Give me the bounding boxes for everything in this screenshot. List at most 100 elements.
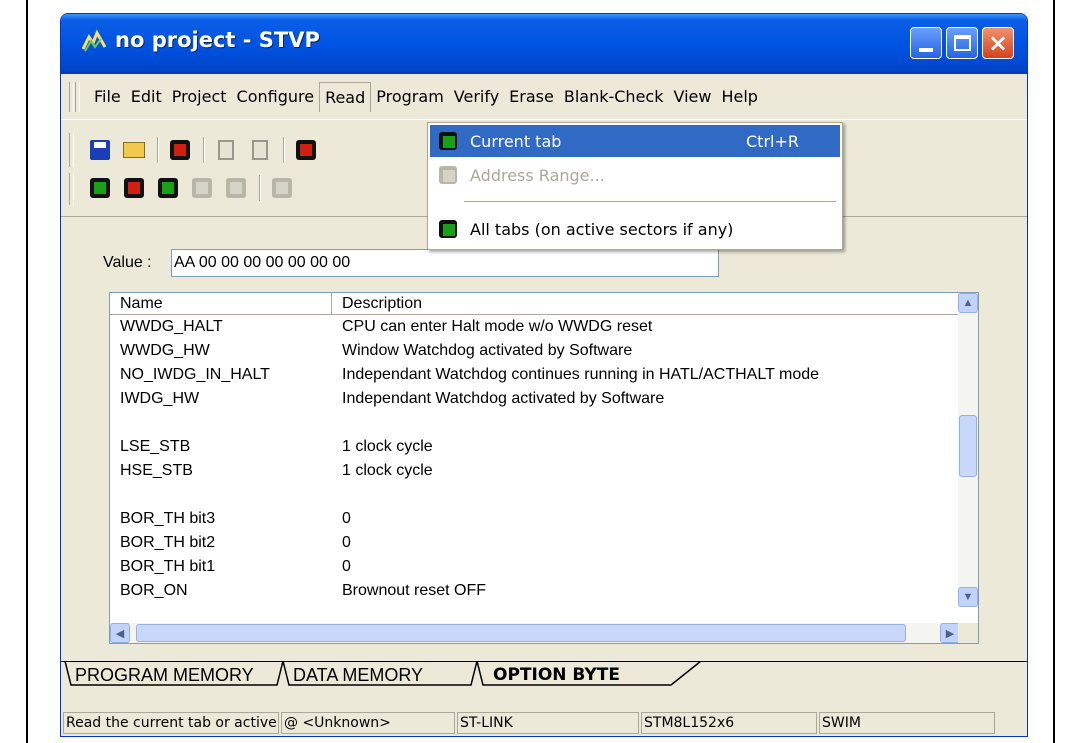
erase-icon [192, 178, 212, 198]
open-button[interactable] [121, 137, 147, 163]
list-row[interactable]: BOR_TH bit2 0 [110, 531, 960, 555]
row-name [110, 411, 332, 435]
row-description: 1 clock cycle [342, 438, 433, 455]
menu-configure[interactable]: Configure [232, 82, 320, 112]
toolbar-row-1 [87, 133, 327, 167]
menu-verify[interactable]: Verify [449, 82, 504, 112]
row-description: Independant Watchdog activated by Softwa… [342, 390, 665, 407]
menu-program[interactable]: Program [371, 82, 449, 112]
toolbar-grip[interactable] [69, 173, 74, 205]
vertical-scroll-thumb[interactable] [959, 415, 977, 477]
horizontal-scrollbar[interactable]: ◀ ▶ [110, 623, 960, 643]
list-row-blank [110, 483, 960, 507]
close-button[interactable]: × [982, 27, 1014, 59]
toolbar-grip[interactable] [69, 133, 74, 167]
verify-icon [158, 178, 178, 198]
row-name: WWDG_HW [120, 342, 210, 359]
menu-help[interactable]: Help [716, 82, 762, 112]
minimize-button[interactable] [910, 27, 942, 59]
blank-check-icon [226, 178, 246, 198]
list-row[interactable]: BOR_TH bit3 0 [110, 507, 960, 531]
menu-item-label: Address Range... [470, 165, 605, 185]
menu-read[interactable]: Read [319, 82, 372, 112]
chevron-right-icon: ▶ [945, 627, 955, 640]
row-description: 0 [342, 534, 351, 551]
menu-item-address-range[interactable]: Address Range... [430, 159, 840, 191]
blank-check-button[interactable] [223, 175, 249, 201]
menu-view[interactable]: View [668, 82, 716, 112]
scroll-left-button[interactable]: ◀ [110, 623, 130, 643]
menu-edit[interactable]: Edit [126, 82, 167, 112]
menu-erase[interactable]: Erase [504, 82, 559, 112]
row-name: HSE_STB [120, 462, 193, 479]
read-button[interactable] [87, 175, 113, 201]
list-header: Name Description [110, 293, 960, 315]
screenshot-canvas: no project - STVP × File Edit Project Co… [0, 0, 1080, 743]
copy-button[interactable] [213, 137, 239, 163]
list-row[interactable]: IWDG_HW Independant Watchdog activated by… [110, 387, 960, 411]
close-icon: × [988, 29, 1009, 57]
chip-button-2[interactable] [269, 175, 295, 201]
menu-project[interactable]: Project [167, 82, 232, 112]
verify-button[interactable] [155, 175, 181, 201]
read-chip-icon [436, 129, 460, 153]
scroll-up-button[interactable]: ▲ [958, 293, 978, 313]
erase-button[interactable] [189, 175, 215, 201]
maximize-button[interactable] [946, 27, 978, 59]
value-field[interactable]: AA 00 00 00 00 00 00 00 [171, 249, 719, 277]
menu-bar: File Edit Project Configure Read Program… [61, 74, 1027, 120]
menubar-grip[interactable] [75, 82, 80, 112]
status-address: @ <Unknown> [281, 712, 455, 734]
row-name: WWDG_HALT [120, 318, 223, 335]
row-description: 1 clock cycle [342, 462, 433, 479]
chevron-up-icon: ▲ [962, 297, 974, 309]
list-row[interactable]: BOR_ON Brownout reset OFF [110, 579, 960, 603]
menu-item-all-tabs[interactable]: All tabs (on active sectors if any) [430, 213, 840, 245]
value-row: Value : AA 00 00 00 00 00 00 00 [103, 249, 719, 277]
horizontal-scroll-thumb[interactable] [136, 624, 906, 642]
column-header-description[interactable]: Description [332, 293, 422, 314]
list-row[interactable]: LSE_STB 1 clock cycle [110, 435, 960, 459]
menu-blank-check[interactable]: Blank-Check [559, 82, 669, 112]
list-row[interactable]: BOR_TH bit1 0 [110, 555, 960, 579]
list-row[interactable]: WWDG_HW Window Watchdog activated by Soft… [110, 339, 960, 363]
row-name: IWDG_HW [120, 390, 200, 407]
scroll-down-button[interactable]: ▼ [958, 587, 978, 607]
menu-file[interactable]: File [89, 82, 126, 112]
row-description: CPU can enter Halt mode w/o WWDG reset [342, 318, 653, 335]
column-header-name[interactable]: Name [110, 293, 332, 314]
list-row[interactable]: WWDG_HALT CPU can enter Halt mode w/o WWD… [110, 315, 960, 339]
vertical-scrollbar[interactable]: ▲ ▼ [958, 293, 978, 607]
row-name: BOR_TH bit2 [120, 534, 216, 551]
tab-program-memory[interactable]: PROGRAM MEMORY [75, 664, 254, 686]
scroll-right-button[interactable]: ▶ [940, 623, 960, 643]
chip-icon [170, 140, 190, 160]
tab-option-byte[interactable]: OPTION BYTE [493, 664, 620, 686]
status-device: STM8L152x6 [641, 712, 817, 734]
save-button[interactable] [87, 137, 113, 163]
list-row[interactable]: NO_IWDG_IN_HALT Independant Watchdog cont… [110, 363, 960, 387]
paste-button[interactable] [247, 137, 273, 163]
row-name: BOR_TH bit3 [120, 510, 216, 527]
chip-icon [272, 178, 292, 198]
list-row[interactable]: HSE_STB 1 clock cycle [110, 459, 960, 483]
chip-read-button[interactable] [293, 137, 319, 163]
toolbar-separator [259, 175, 261, 201]
scrollbar-corner [958, 623, 978, 643]
read-dropdown-menu: Current tab Ctrl+R Address Range... All … [427, 122, 843, 250]
tab-data-memory[interactable]: DATA MEMORY [293, 664, 423, 686]
menubar-grip[interactable] [69, 82, 74, 112]
minimize-icon [919, 48, 933, 52]
row-name: LSE_STB [120, 438, 191, 455]
save-icon [90, 140, 110, 160]
row-description [332, 411, 342, 435]
toolbar-row-2 [87, 171, 303, 205]
list-rows: WWDG_HALT CPU can enter Halt mode w/o WWD… [110, 315, 960, 603]
option-list[interactable]: Name Description WWDG_HALT CPU can enter … [109, 292, 979, 644]
program-button[interactable] [121, 175, 147, 201]
title-bar[interactable]: no project - STVP × [61, 14, 1027, 74]
menu-item-current-tab[interactable]: Current tab Ctrl+R [430, 125, 840, 157]
row-description: Brownout reset OFF [342, 582, 487, 599]
resize-grip-icon[interactable] [997, 712, 1025, 734]
chip-button[interactable] [167, 137, 193, 163]
